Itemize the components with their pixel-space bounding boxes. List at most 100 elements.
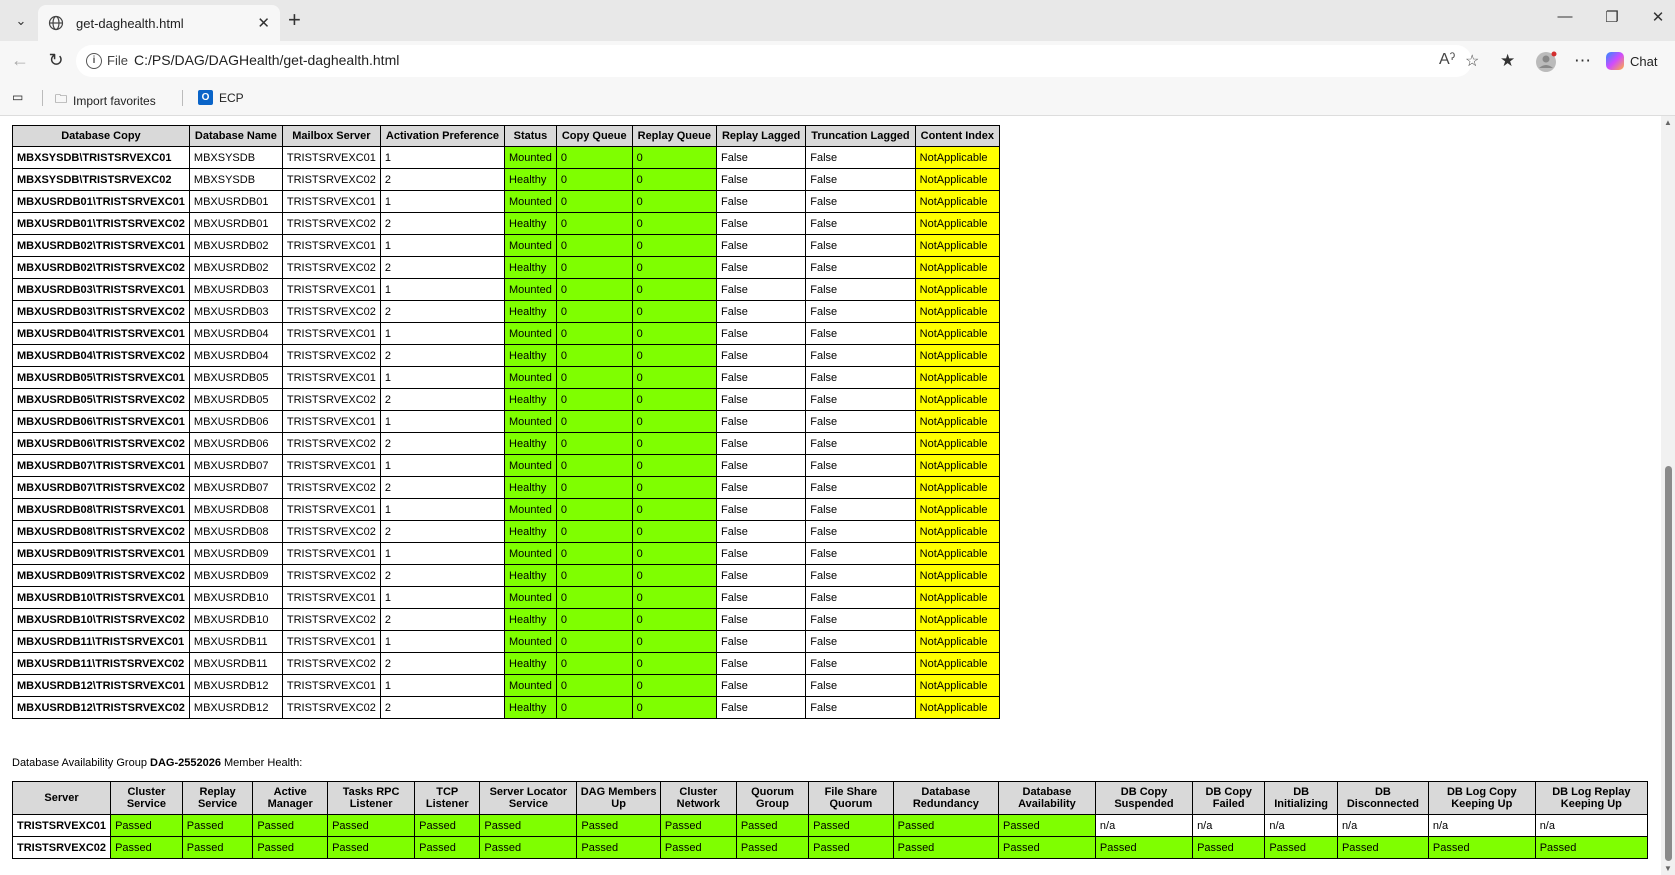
scroll-down-icon[interactable]: ▼: [1663, 864, 1673, 873]
table-cell: MBXUSRDB09: [188, 542, 283, 565]
table-cell: Passed: [998, 836, 1096, 859]
omnibox[interactable]: i File C:/PS/DAG/DAGHealth/get-daghealth…: [76, 45, 1479, 77]
favorite-ecp[interactable]: O ECP: [198, 90, 244, 105]
table-cell: MBXUSRDB04: [188, 344, 283, 367]
table-cell: 0: [631, 300, 717, 323]
table-cell: n/a: [1094, 814, 1194, 837]
table-cell: TRISTSRVEXC02: [281, 696, 381, 719]
profile-icon[interactable]: [1535, 51, 1557, 78]
table-cell: TRISTSRVEXC02: [281, 608, 381, 631]
table-cell: False: [715, 652, 807, 675]
minimize-icon[interactable]: —: [1550, 8, 1580, 25]
table-cell: 0: [555, 366, 633, 389]
table-cell: False: [715, 410, 807, 433]
table-cell: 0: [555, 410, 633, 433]
table-cell: NotApplicable: [914, 564, 1000, 587]
info-icon[interactable]: i: [86, 53, 102, 69]
read-aloud-icon[interactable]: Aˀ: [1439, 51, 1455, 69]
table-cell: 0: [555, 388, 633, 411]
table-cell: MBXUSRDB04\TRISTSRVEXC01: [12, 322, 190, 345]
table-cell: MBXUSRDB03\TRISTSRVEXC01: [12, 278, 190, 301]
column-header: Content Index: [914, 125, 1000, 147]
tab-menu-icon[interactable]: ⌄: [8, 8, 34, 34]
table-cell: Mounted: [504, 190, 557, 213]
column-header: DB Copy Failed: [1192, 781, 1266, 815]
favorite-import[interactable]: 🗀 Import favorites: [55, 90, 156, 111]
table-cell: Passed: [1336, 836, 1429, 859]
table-cell: Passed: [1192, 836, 1266, 859]
table-row: MBXUSRDB02\TRISTSRVEXC01 MBXUSRDB02 TRISTS…: [12, 234, 1000, 257]
table-cell: NotApplicable: [914, 190, 1000, 213]
new-tab-icon[interactable]: +: [288, 9, 301, 31]
vertical-scrollbar[interactable]: ▲ ▼: [1661, 116, 1675, 875]
table-cell: TRISTSRVEXC02: [281, 652, 381, 675]
table-cell: Passed: [892, 836, 1000, 859]
window-close-icon[interactable]: ✕: [1643, 8, 1673, 26]
dag-name: DAG-2552026: [150, 757, 221, 769]
close-icon[interactable]: ✕: [257, 14, 270, 32]
copilot-chat-button[interactable]: Chat: [1606, 47, 1670, 75]
table-cell: NotApplicable: [914, 498, 1000, 521]
url-text[interactable]: C:/PS/DAG/DAGHealth/get-daghealth.html: [134, 52, 399, 68]
column-header: DB Copy Suspended: [1094, 781, 1194, 815]
table-cell: 0: [631, 366, 717, 389]
back-icon[interactable]: ←: [8, 50, 32, 71]
table-cell: Passed: [110, 836, 183, 859]
table-cell: n/a: [1427, 814, 1536, 837]
table-row: MBXUSRDB08\TRISTSRVEXC02 MBXUSRDB08 TRISTS…: [12, 520, 1000, 543]
reading-list-icon[interactable]: ▭: [12, 90, 23, 104]
table-cell: TRISTSRVEXC02: [281, 344, 381, 367]
table-cell: 1: [379, 146, 506, 169]
table-cell: Passed: [808, 814, 894, 837]
more-icon[interactable]: ⋯: [1574, 51, 1591, 71]
table-cell: False: [715, 256, 807, 279]
table-row: MBXUSRDB09\TRISTSRVEXC02 MBXUSRDB09 TRISTS…: [12, 564, 1000, 587]
table-cell: Mounted: [504, 146, 557, 169]
table-row: MBXSYSDB\TRISTSRVEXC02 MBXSYSDB TRISTSRVEX…: [12, 168, 1000, 191]
table-cell: 0: [555, 630, 633, 653]
table-cell: 1: [379, 586, 506, 609]
table-cell: TRISTSRVEXC02: [11, 836, 112, 859]
table-cell: MBXUSRDB09\TRISTSRVEXC02: [12, 564, 190, 587]
table-cell: MBXUSRDB08: [188, 498, 283, 521]
table-cell: False: [805, 168, 916, 191]
table-cell: Healthy: [504, 696, 557, 719]
scroll-up-icon[interactable]: ▲: [1663, 118, 1673, 127]
table-cell: False: [805, 300, 916, 323]
column-header: Database Redundancy: [892, 781, 1000, 815]
globe-icon: [48, 15, 64, 31]
table-cell: Mounted: [504, 630, 557, 653]
table-cell: n/a: [1192, 814, 1266, 837]
active-tab[interactable]: get-daghealth.html ✕: [38, 5, 280, 41]
favorite-star-icon[interactable]: ☆: [1465, 51, 1479, 71]
table-cell: False: [715, 674, 807, 697]
table-cell: MBXUSRDB08\TRISTSRVEXC02: [12, 520, 190, 543]
table-cell: False: [805, 190, 916, 213]
table-cell: False: [805, 234, 916, 257]
favorites-icon[interactable]: ★: [1500, 51, 1515, 71]
page-content: Database Copy Database Name Mailbox Server…: [0, 116, 1661, 875]
table-cell: NotApplicable: [914, 608, 1000, 631]
table-cell: Healthy: [504, 520, 557, 543]
table-cell: TRISTSRVEXC01: [281, 190, 381, 213]
table-cell: Passed: [1264, 836, 1338, 859]
table-cell: Passed: [998, 814, 1096, 837]
table-cell: 2: [379, 608, 506, 631]
maximize-icon[interactable]: ❐: [1597, 8, 1627, 26]
table-cell: Passed: [110, 814, 183, 837]
table-cell: MBXUSRDB05\TRISTSRVEXC01: [12, 366, 190, 389]
table-cell: 1: [379, 630, 506, 653]
column-header: Replay Lagged: [715, 125, 807, 147]
column-header: Database Availability: [998, 781, 1096, 815]
table-cell: 1: [379, 454, 506, 477]
scrollbar-thumb[interactable]: [1665, 466, 1672, 861]
table-cell: 0: [631, 388, 717, 411]
table-cell: MBXSYSDB: [188, 168, 283, 191]
table-row: MBXUSRDB05\TRISTSRVEXC02 MBXUSRDB05 TRISTS…: [12, 388, 1000, 411]
table-cell: Passed: [735, 814, 810, 837]
table-cell: 1: [379, 322, 506, 345]
table-cell: False: [805, 564, 916, 587]
refresh-icon[interactable]: ↻: [44, 50, 68, 71]
table-cell: 0: [631, 234, 717, 257]
table-cell: TRISTSRVEXC02: [281, 388, 381, 411]
